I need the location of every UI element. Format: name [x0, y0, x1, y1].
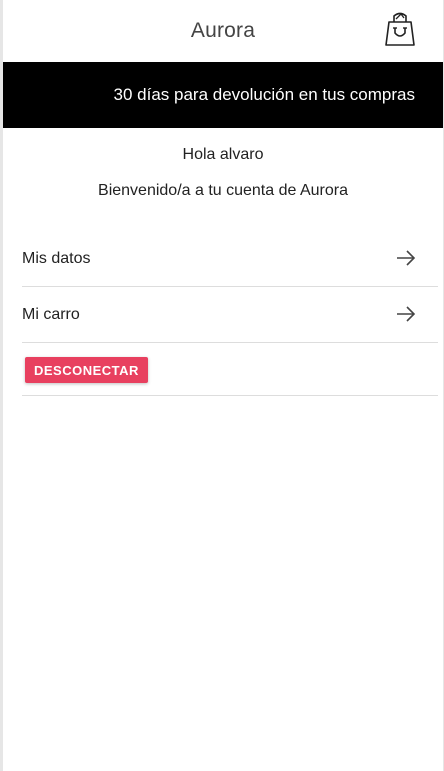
app-title[interactable]: Aurora	[191, 19, 255, 43]
logout-row: DESCONECTAR	[22, 343, 438, 396]
shopping-bag-icon[interactable]	[383, 10, 417, 48]
menu-item-mi-carro[interactable]: Mi carro	[22, 287, 438, 343]
welcome-text: Bienvenido/a a tu cuenta de Aurora	[98, 182, 348, 199]
promo-text: 30 días para devolución en tus compras	[113, 85, 415, 104]
account-menu: Mis datos Mi carro DESCONECTAR	[22, 231, 438, 396]
arrow-right-icon	[397, 250, 416, 266]
arrow-right-icon	[397, 306, 416, 322]
app-header: Aurora	[3, 0, 443, 62]
menu-item-label: Mi carro	[22, 305, 80, 323]
logout-button[interactable]: DESCONECTAR	[25, 357, 148, 383]
account-page: Aurora 30 días para devolución en tus co…	[0, 0, 444, 771]
greeting-text: Hola alvaro	[182, 146, 264, 163]
menu-item-mis-datos[interactable]: Mis datos	[22, 231, 438, 287]
promo-banner: 30 días para devolución en tus compras	[3, 62, 443, 128]
menu-item-label: Mis datos	[22, 249, 91, 267]
